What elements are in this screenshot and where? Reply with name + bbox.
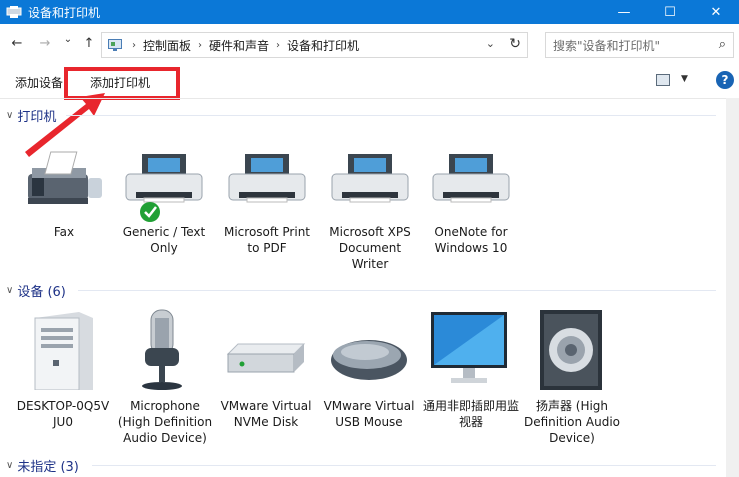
recent-locations-button[interactable]: ⌄ <box>60 34 76 45</box>
computer-tower-icon <box>34 312 93 390</box>
group-label: 未指定 (3) <box>17 460 79 475</box>
devices-printers-app-icon <box>6 6 22 18</box>
vertical-scrollbar[interactable] <box>726 98 739 477</box>
add-device-button[interactable]: 添加设备 <box>15 74 63 91</box>
device-label: 通用非即插即用监视器 <box>422 399 519 429</box>
printer-icon <box>331 154 409 203</box>
title-bar: 设备和打印机 — ☐ ✕ <box>0 0 739 24</box>
window-title: 设备和打印机 <box>28 5 101 20</box>
printer-label: Microsoft XPS Document Writer <box>329 225 411 271</box>
group-divider <box>78 290 716 291</box>
device-label: Microphone (High Definition Audio Device… <box>117 399 213 445</box>
address-bar[interactable]: › 控制面板 › 硬件和声音 › 设备和打印机 ⌄ ↻ <box>101 32 528 58</box>
group-divider <box>92 465 716 466</box>
breadcrumb-separator-icon: › <box>276 39 281 51</box>
group-header-printers[interactable]: ∨ 打印机 <box>6 106 56 125</box>
chevron-down-icon: ∨ <box>6 460 14 471</box>
chevron-down-icon: ∨ <box>6 285 14 296</box>
minimize-button[interactable]: — <box>601 0 647 24</box>
search-input[interactable]: 搜索"设备和打印机" ⌕ <box>545 32 734 58</box>
search-placeholder: 搜索"设备和打印机" <box>553 38 661 53</box>
group-header-unspecified[interactable]: ∨ 未指定 (3) <box>6 456 79 475</box>
up-button[interactable]: ↑ <box>81 36 97 51</box>
group-label: 设备 (6) <box>17 285 66 300</box>
breadcrumb-devices-printers[interactable]: 设备和打印机 <box>287 37 359 54</box>
hard-disk-icon <box>226 343 306 373</box>
address-row: ← → ⌄ ↑ › 控制面板 › 硬件和声音 › 设备和打印机 ⌄ ↻ 搜索"设… <box>0 24 739 66</box>
printer-label: Microsoft Print to PDF <box>223 225 311 255</box>
refresh-icon[interactable]: ↻ <box>509 36 521 52</box>
printer-icon <box>432 154 510 203</box>
speaker-icon <box>540 310 602 390</box>
address-dropdown-icon[interactable]: ⌄ <box>486 37 495 50</box>
group-header-devices[interactable]: ∨ 设备 (6) <box>6 281 66 300</box>
printer-label: Generic / Text Only <box>122 225 206 255</box>
device-label: 扬声器 (High Definition Audio Device) <box>523 399 621 445</box>
breadcrumb-control-panel[interactable]: 控制面板 <box>143 37 191 54</box>
search-icon[interactable]: ⌕ <box>719 37 726 52</box>
printer-label: OneNote for Windows 10 <box>434 225 508 255</box>
view-dropdown-icon[interactable]: ▼ <box>681 74 688 84</box>
breadcrumb-hardware-sound[interactable]: 硬件和声音 <box>209 37 269 54</box>
printer-icon <box>125 154 203 222</box>
change-view-icon[interactable] <box>656 74 670 86</box>
chevron-down-icon: ∨ <box>6 110 14 121</box>
back-button[interactable]: ← <box>9 36 25 51</box>
device-label: VMware Virtual NVMe Disk <box>220 399 312 429</box>
breadcrumb-separator-icon: › <box>132 39 136 51</box>
forward-button[interactable]: → <box>37 36 53 51</box>
fax-icon <box>28 151 102 204</box>
mouse-icon <box>331 340 407 380</box>
control-panel-icon <box>108 39 122 51</box>
device-label: VMware Virtual USB Mouse <box>323 399 415 429</box>
group-label: 打印机 <box>17 110 57 125</box>
close-button[interactable]: ✕ <box>693 0 739 24</box>
printer-label: Fax <box>53 225 75 239</box>
device-label: DESKTOP-0Q5V JU0 <box>16 399 110 429</box>
printer-icon <box>228 154 306 203</box>
maximize-button[interactable]: ☐ <box>647 0 693 24</box>
help-icon[interactable]: ? <box>716 71 734 89</box>
highlight-box <box>64 67 180 100</box>
group-divider <box>66 115 716 116</box>
breadcrumb-separator-icon: › <box>198 39 203 51</box>
monitor-icon <box>431 312 507 383</box>
microphone-icon <box>142 309 182 390</box>
